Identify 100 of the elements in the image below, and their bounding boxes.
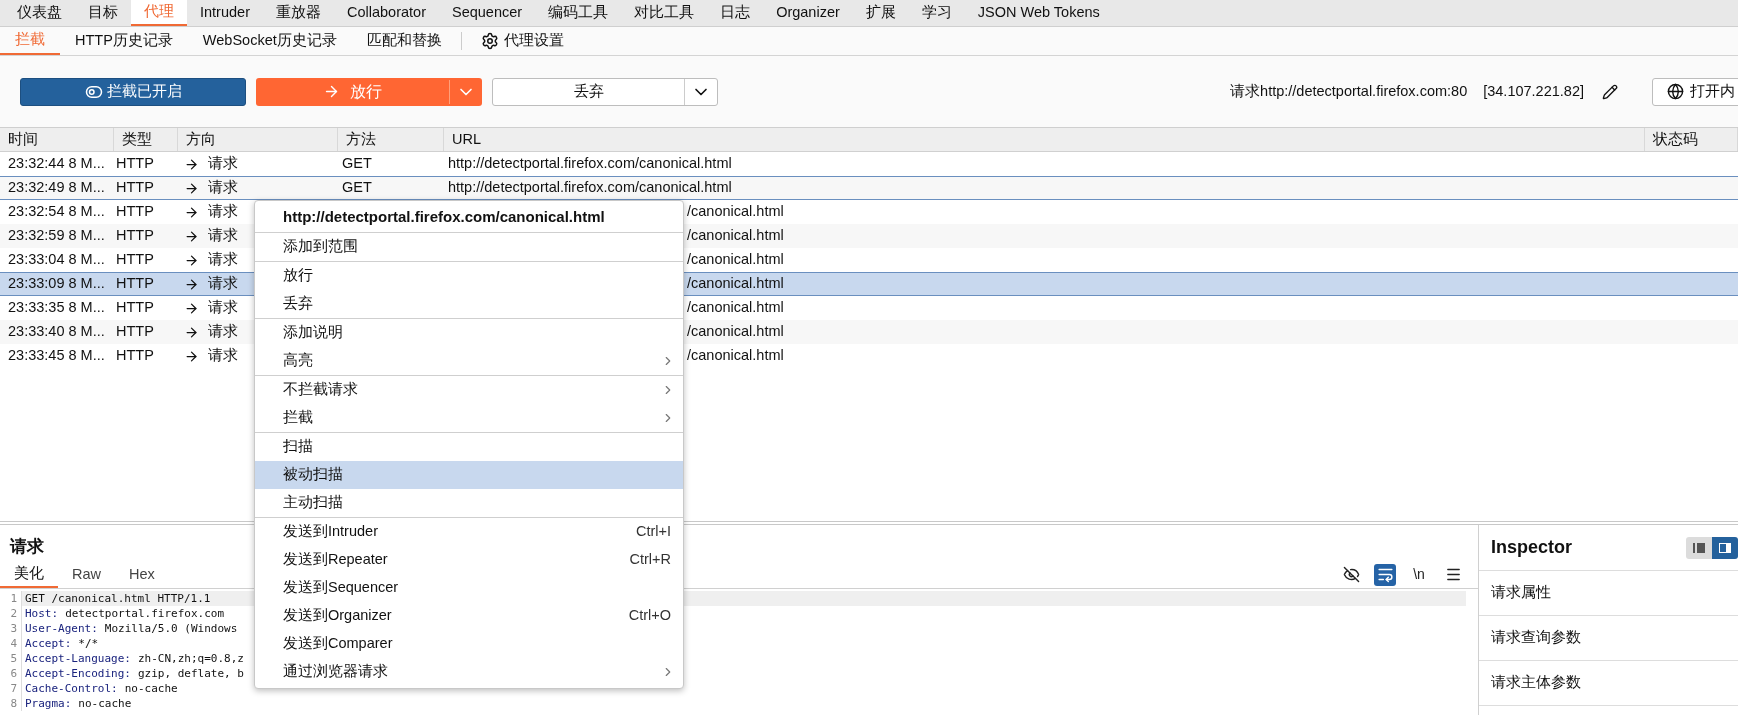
header-value: no-cache (124, 681, 178, 696)
table-row[interactable]: 23:32:49 8 M... HTTP 请求 GET http://detectportal.firefox.com/canonical.html (0, 176, 1738, 200)
column-header[interactable]: 方向 (178, 128, 338, 151)
table-cell: GET (342, 155, 372, 172)
table-cell: http://detectportal.firefox.com/canonical.html (448, 179, 732, 196)
menu-item[interactable]: 发送到Sequencer (255, 574, 683, 602)
line-number: 2 (0, 606, 22, 621)
line-number: 3 (0, 621, 22, 636)
top-tab[interactable]: 学习 (908, 0, 965, 26)
menu-item[interactable]: 拦截 (255, 404, 683, 432)
table-cell: HTTP (116, 227, 154, 244)
sub-tab[interactable]: WebSocket历史记录 (187, 27, 352, 55)
line-number: 8 (0, 696, 22, 711)
top-tab[interactable]: 仪表盘 (4, 0, 75, 26)
menu-item[interactable]: 添加到范围 (255, 233, 683, 261)
table-cell-text: 请求 (208, 250, 238, 270)
menu-item[interactable]: 通过浏览器请求 (255, 658, 683, 686)
column-header[interactable]: 类型 (114, 128, 178, 151)
table-cell: 23:33:04 8 M... (8, 251, 105, 268)
table-cell: /canonical.html (687, 203, 784, 220)
table-cell-text: 请求 (208, 322, 238, 342)
table-cell-text: 请求 (208, 154, 238, 174)
inspector-section[interactable]: 请求属性 (1479, 571, 1738, 616)
inspector-section[interactable]: 请求查询参数 (1479, 616, 1738, 661)
settings-tab[interactable]: 代理设置 (465, 27, 579, 55)
top-tab[interactable]: Intruder (187, 0, 263, 26)
table-cell-text: 请求 (208, 178, 238, 198)
table-cell: HTTP (116, 275, 154, 292)
editor-tab[interactable]: Hex (115, 561, 169, 588)
sub-tab[interactable]: 匹配和替换 (351, 27, 457, 55)
drop-label[interactable]: 丢弃 (493, 78, 684, 105)
table-cell: 23:32:49 8 M... (8, 179, 105, 196)
editor-tab[interactable]: 美化 (0, 561, 58, 588)
top-tab[interactable]: JSON Web Tokens (964, 0, 1113, 26)
table-cell: HTTP (116, 299, 154, 316)
top-tab[interactable]: 扩展 (852, 0, 909, 26)
top-tab[interactable]: Sequencer (439, 0, 536, 26)
line-number: 6 (0, 666, 22, 681)
globe-icon (1667, 83, 1684, 100)
arrow-right-icon (184, 156, 199, 172)
header-name: Pragma: (25, 696, 72, 711)
header-name: Accept-Encoding: (25, 666, 131, 681)
inspector-section[interactable]: 请求主体参数 (1479, 661, 1738, 706)
table-cell: 23:33:40 8 M... (8, 323, 105, 340)
line-number: 5 (0, 651, 22, 666)
arrow-right-icon (184, 276, 199, 292)
header-name: Cache-Control: (25, 681, 118, 696)
editor-tab[interactable]: Raw (58, 561, 115, 588)
menu-item[interactable]: 主动扫描 (255, 489, 683, 517)
menu-item[interactable]: 被动扫描 (255, 461, 683, 489)
panel-layout-icon (1693, 542, 1705, 553)
wrap-text-icon[interactable] (1374, 563, 1396, 586)
column-header[interactable]: 方法 (338, 128, 444, 151)
header-value: Mozilla/5.0 (Windows (104, 621, 238, 636)
layout-button[interactable] (1712, 536, 1738, 559)
column-header[interactable]: 状态码 (1645, 128, 1738, 151)
header-name: User-Agent: (25, 621, 98, 636)
table-cell-text: 请求 (208, 346, 238, 366)
table-cell-text: 请求 (208, 298, 238, 318)
table-cell: /canonical.html (687, 227, 784, 244)
arrow-right-icon (184, 348, 199, 364)
layout-button[interactable] (1686, 536, 1712, 559)
top-tab[interactable]: Organizer (763, 0, 853, 26)
panel-title: 请求 (10, 535, 44, 558)
open-browser-button[interactable]: 打开内 (1652, 77, 1738, 106)
inspector-title: Inspector (1491, 536, 1573, 559)
arrow-right-icon (184, 300, 199, 316)
drop-dropdown[interactable]: 丢弃 (492, 77, 718, 106)
top-tab[interactable]: Collaborator (334, 0, 439, 26)
column-header[interactable]: URL (444, 128, 1645, 151)
table-cell: 23:33:45 8 M... (8, 347, 105, 364)
top-tab[interactable]: 日志 (707, 0, 764, 26)
top-tab[interactable]: 对比工具 (621, 0, 708, 26)
code-line: GET /canonical.html HTTP/1.1 (25, 591, 211, 606)
top-tab[interactable]: 目标 (75, 0, 131, 26)
top-tab[interactable]: 编码工具 (535, 0, 622, 26)
header-value: no-cache (78, 696, 132, 711)
top-tab[interactable]: 重放器 (263, 0, 334, 26)
table-cell: 23:32:59 8 M... (8, 227, 105, 244)
sub-tab[interactable]: HTTP历史记录 (60, 27, 188, 55)
intercept-toggle-button[interactable]: 拦截已开启 (20, 77, 246, 106)
menu-item[interactable]: 发送到Repeater Ctrl+R (255, 546, 683, 574)
arrow-right-icon (184, 180, 199, 196)
menu-item[interactable]: 发送到Organizer Ctrl+O (255, 602, 683, 630)
table-cell: /canonical.html (687, 323, 784, 340)
arrow-right-icon (184, 324, 199, 340)
column-header[interactable]: 时间 (0, 128, 114, 151)
menu-item[interactable]: 发送到Comparer (255, 630, 683, 658)
menu-item[interactable]: 添加说明 (255, 319, 683, 347)
header-value: zh-CN,zh;q=0.8,z (137, 651, 244, 666)
menu-item[interactable]: 发送到Intruder Ctrl+I (255, 518, 683, 546)
header-value: detectportal.firefox.com (65, 606, 225, 621)
pencil-icon[interactable] (1602, 83, 1618, 100)
menu-item[interactable]: 不拦截请求 (255, 376, 683, 404)
table-cell: HTTP (116, 251, 154, 268)
newline-toggle[interactable]: \n (1408, 563, 1430, 586)
menu-item[interactable]: 扫描 (255, 433, 683, 461)
table-cell-text: 请求 (208, 274, 238, 294)
header-name: Accept-Language: (25, 651, 131, 666)
table-cell: HTTP (116, 155, 154, 172)
